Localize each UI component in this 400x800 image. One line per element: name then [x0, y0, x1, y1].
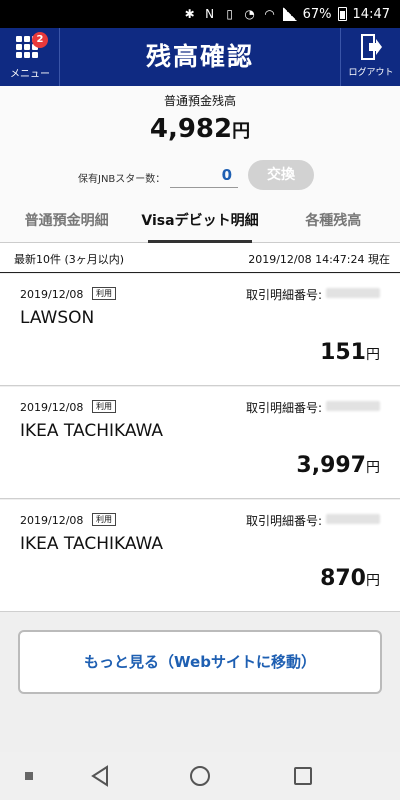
transaction-amount: 870円: [320, 566, 380, 591]
transaction-amount: 3,997円: [296, 453, 380, 478]
transaction-id-redacted: [326, 401, 380, 411]
status-bar: ✱ N ▯ ◔ ◠ 67% 14:47: [0, 0, 400, 28]
logout-label: ログアウト: [348, 68, 394, 78]
battery-icon: [337, 7, 347, 21]
home-icon[interactable]: [190, 766, 210, 786]
stars-label: 保有JNBスター数：: [78, 174, 166, 185]
transaction-row[interactable]: 2019/12/08 利用 取引明細番号: IKEA TACHIKAWA 870…: [0, 500, 400, 612]
signal-icon: [282, 7, 297, 21]
logout-icon: [361, 34, 382, 60]
battery-percent: 67%: [302, 6, 332, 22]
tab-visa-debit-statement[interactable]: Visaデビット明細: [133, 201, 266, 243]
transaction-id-redacted: [326, 288, 380, 298]
page-title: 残高確認: [145, 42, 254, 71]
transaction-amount: 151円: [320, 340, 380, 365]
transaction-type-tag: 利用: [92, 287, 116, 300]
transaction-row[interactable]: 2019/12/08 利用 取引明細番号: IKEA TACHIKAWA 3,9…: [0, 387, 400, 499]
recent-apps-icon[interactable]: [25, 772, 33, 780]
transaction-merchant: IKEA TACHIKAWA: [20, 421, 164, 441]
app-header: 2 メニュー 残高確認 ログアウト: [0, 28, 400, 86]
amount-value: 3,997: [296, 453, 366, 478]
balance-unit: 円: [232, 121, 251, 142]
transaction-type-tag: 利用: [92, 513, 116, 526]
stars-count: 0: [170, 162, 238, 188]
exchange-button[interactable]: 交換: [248, 160, 314, 190]
back-icon[interactable]: [88, 764, 112, 788]
transaction-merchant: LAWSON: [20, 308, 95, 328]
tab-savings-statement[interactable]: 普通預金明細: [0, 201, 133, 242]
transaction-row[interactable]: 2019/12/08 利用 取引明細番号: LAWSON 151円: [0, 274, 400, 386]
amount-value: 870: [320, 566, 366, 591]
system-nav-bar: [0, 752, 400, 800]
alarm-icon: ◔: [244, 7, 255, 21]
amount-unit: 円: [366, 460, 380, 476]
menu-button[interactable]: 2 メニュー: [0, 28, 60, 86]
wifi-icon: ◠: [264, 7, 275, 21]
tab-balances[interactable]: 各種残高: [267, 201, 400, 242]
transaction-merchant: IKEA TACHIKAWA: [20, 534, 164, 554]
transaction-id-label: 取引明細番号:: [246, 288, 323, 302]
logout-button[interactable]: ログアウト: [340, 28, 400, 86]
list-header: 最新10件 (3ヶ月以内) 2019/12/08 14:47:24 現在: [0, 243, 400, 273]
balance-panel: 普通預金残高 4,982円 保有JNBスター数： 0 交換: [0, 86, 400, 201]
balance-amount: 4,982円: [0, 114, 400, 144]
notification-badge: 2: [32, 32, 48, 48]
transaction-date: 2019/12/08: [20, 288, 84, 301]
balance-value: 4,982: [149, 114, 233, 144]
amount-value: 151: [320, 340, 366, 365]
amount-unit: 円: [366, 573, 380, 589]
list-timestamp: 2019/12/08 14:47:24 現在: [248, 253, 390, 266]
clock: 14:47: [352, 6, 390, 22]
transaction-date: 2019/12/08: [20, 514, 84, 527]
transaction-type-tag: 利用: [92, 400, 116, 413]
transaction-id-label: 取引明細番号:: [246, 401, 323, 415]
nfc-icon: N: [205, 7, 215, 21]
transaction-id-label: 取引明細番号:: [246, 514, 323, 528]
menu-label: メニュー: [10, 69, 50, 80]
transaction-date: 2019/12/08: [20, 401, 84, 414]
balance-label: 普通預金残高: [163, 94, 236, 108]
vibrate-icon: ▯: [226, 7, 233, 21]
tab-bar: 普通預金明細 Visaデビット明細 各種残高: [0, 201, 400, 243]
list-range-label: 最新10件 (3ヶ月以内): [14, 253, 125, 266]
amount-unit: 円: [366, 347, 380, 363]
see-more-button[interactable]: もっと見る（Webサイトに移動）: [18, 630, 382, 694]
transaction-id-redacted: [326, 514, 380, 524]
overview-icon[interactable]: [294, 767, 312, 785]
bluetooth-icon: ✱: [184, 7, 195, 21]
